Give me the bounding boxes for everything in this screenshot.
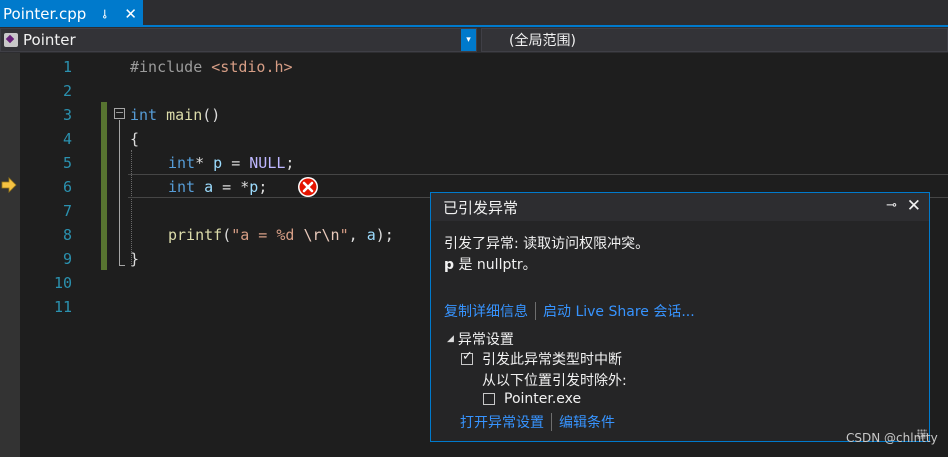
document-tab-strip: Pointer.cpp ⊸ ✕: [0, 0, 948, 27]
live-share-link[interactable]: 启动 Live Share 会话...: [543, 301, 695, 321]
link-separator: [535, 302, 536, 320]
line-number: 10: [53, 274, 72, 292]
indicator-margin[interactable]: [0, 53, 20, 457]
exception-title: 已引发异常: [443, 198, 519, 217]
outline-line: [119, 120, 120, 266]
code-line-4: {: [130, 130, 140, 148]
scope-dropdown[interactable]: (全局范围): [481, 28, 948, 52]
break-on-throw-option[interactable]: 引发此异常类型时中断: [461, 349, 622, 369]
line-number: 5: [62, 154, 72, 172]
exception-settings-title: 异常设置: [457, 332, 514, 348]
exception-message: 引发了异常: 读取访问权限冲突。 p 是 nullptr。: [444, 234, 649, 276]
exception-variable: p: [444, 257, 455, 273]
exception-settings-links: 打开异常设置 编辑条件: [460, 412, 615, 432]
navigation-bar: Pointer ▾ (全局范围): [0, 27, 948, 53]
open-exception-settings-link[interactable]: 打开异常设置: [460, 412, 544, 432]
link-separator: [551, 413, 552, 431]
execution-pointer-icon: [1, 177, 17, 193]
pin-icon[interactable]: ⊸: [886, 198, 897, 213]
code-line-6: int a = *p;: [168, 178, 268, 196]
line-number: 6: [62, 178, 72, 196]
except-when-thrown-label: 从以下位置引发时除外:: [482, 373, 627, 389]
break-on-throw-label: 引发此异常类型时中断: [482, 352, 622, 368]
project-dropdown-label: Pointer: [23, 31, 76, 49]
collapse-toggle[interactable]: −: [114, 107, 125, 119]
project-dropdown[interactable]: Pointer ▾: [0, 28, 477, 52]
line-number: 2: [62, 82, 72, 100]
tab-title: Pointer.cpp: [3, 4, 87, 23]
chevron-down-icon[interactable]: ▾: [461, 29, 476, 51]
error-icon[interactable]: [297, 176, 319, 198]
line-number: 1: [62, 58, 72, 76]
close-icon[interactable]: ✕: [907, 196, 921, 216]
exception-actions: 复制详细信息 启动 Live Share 会话...: [444, 301, 695, 321]
module-exception-option[interactable]: Pointer.exe: [483, 391, 581, 407]
pin-icon[interactable]: ⊸: [98, 8, 112, 18]
module-checkbox[interactable]: [483, 393, 495, 405]
change-tracking-bar: [101, 102, 107, 270]
copy-details-link[interactable]: 复制详细信息: [444, 301, 528, 321]
line-number: 9: [62, 250, 72, 268]
code-line-3: int main(): [130, 106, 221, 124]
code-line-8: printf("a = %d \r\n", a);: [168, 226, 394, 244]
project-icon: [4, 33, 18, 47]
break-on-throw-checkbox[interactable]: [461, 349, 473, 365]
expand-triangle-icon[interactable]: ◢: [447, 334, 454, 344]
line-number: 7: [62, 202, 72, 220]
scope-dropdown-label: (全局范围): [509, 33, 576, 49]
module-label: Pointer.exe: [504, 391, 582, 407]
watermark: CSDN @chlntty: [846, 431, 938, 445]
exception-popup: 已引发异常 ⊸ ✕ 引发了异常: 读取访问权限冲突。 p 是 nullptr。 …: [430, 192, 930, 442]
code-line-1: #include <stdio.h>: [130, 58, 293, 76]
code-line-5: int* p = NULL;: [168, 154, 295, 172]
exception-popup-header: 已引发异常 ⊸ ✕: [431, 193, 929, 221]
exception-message-line1: 引发了异常: 读取访问权限冲突。: [444, 236, 650, 252]
line-number: 8: [62, 226, 72, 244]
line-number: 11: [53, 298, 72, 316]
code-line-9: }: [130, 250, 140, 268]
tab-pointer-cpp[interactable]: Pointer.cpp ⊸ ✕: [0, 0, 143, 27]
line-number: 3: [62, 106, 72, 124]
outline-end: [119, 265, 125, 266]
exception-settings-header[interactable]: ◢ 异常设置: [447, 329, 514, 349]
edit-conditions-link[interactable]: 编辑条件: [559, 412, 615, 432]
exception-message-line2: p 是 nullptr。: [444, 257, 537, 273]
close-tab-icon[interactable]: ✕: [124, 5, 137, 23]
line-number: 4: [62, 130, 72, 148]
